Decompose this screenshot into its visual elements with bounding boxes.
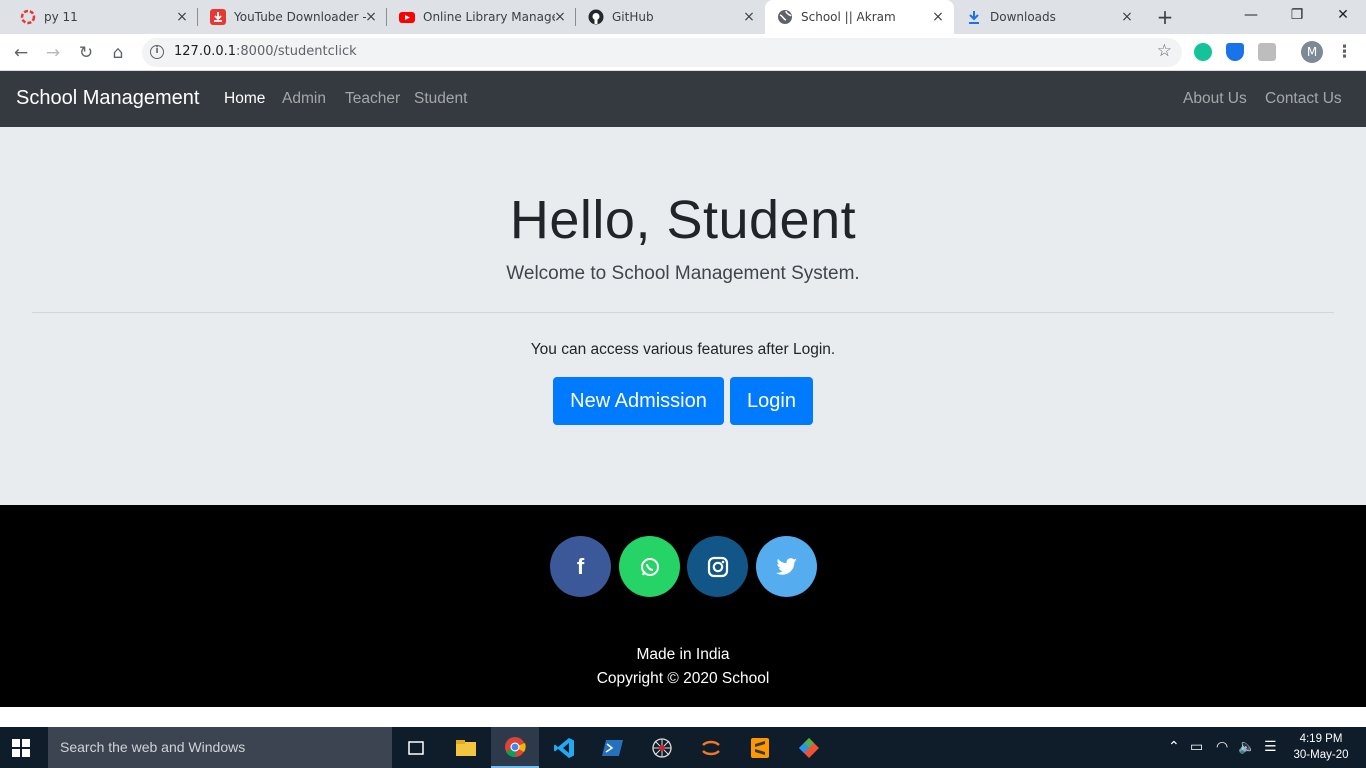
sublime-text-icon[interactable] — [736, 727, 784, 768]
close-tab-icon[interactable]: × — [930, 9, 946, 25]
tab-title: Downloads — [990, 10, 1056, 24]
wifi-icon[interactable]: ◠ — [1216, 739, 1228, 755]
back-arrow-icon[interactable]: ← — [8, 40, 34, 66]
extension-icon[interactable] — [1258, 43, 1276, 61]
minimize-button[interactable]: — — [1228, 0, 1274, 30]
vscode-icon[interactable] — [540, 727, 588, 768]
taskbar-search-input[interactable]: Search the web and Windows — [48, 727, 392, 768]
youtube-icon — [399, 9, 415, 25]
new-tab-button[interactable]: + — [1152, 4, 1178, 30]
show-hidden-icons-icon[interactable]: ⌃ — [1168, 739, 1180, 755]
tab-youtube-downloader[interactable]: YouTube Downloader - × — [198, 0, 387, 34]
bookmark-star-icon[interactable]: ☆ — [1157, 41, 1172, 61]
footer-copyright: Copyright © 2020 School — [596, 670, 770, 687]
nav-link-teacher[interactable]: Teacher — [345, 90, 400, 108]
hero-section: Hello, Student Welcome to School Managem… — [0, 127, 1366, 505]
tab-downloads[interactable]: Downloads × — [954, 0, 1143, 34]
ring-icon — [20, 9, 36, 25]
forward-arrow-icon[interactable]: → — [40, 40, 66, 66]
volume-icon[interactable]: 🔈 — [1238, 739, 1255, 755]
hero-subtitle: Welcome to School Management System. — [506, 263, 860, 284]
url-path: :8000/studentclick — [236, 44, 357, 59]
close-window-button[interactable]: ✕ — [1320, 0, 1366, 30]
reload-icon[interactable]: ↻ — [73, 40, 99, 66]
profile-avatar[interactable]: M — [1301, 41, 1323, 63]
close-tab-icon[interactable]: × — [552, 9, 568, 25]
battery-icon[interactable]: ▭ — [1190, 739, 1203, 755]
url-host: 127.0.0.1 — [174, 44, 237, 59]
tab-school-akram[interactable]: School || Akram × — [765, 0, 954, 34]
tab-title: School || Akram — [801, 10, 896, 24]
tab-title: GitHub — [612, 10, 654, 24]
whatsapp-icon[interactable] — [619, 536, 680, 597]
grammarly-extension-icon[interactable] — [1194, 43, 1212, 61]
hero-text: You can access various features after Lo… — [530, 341, 836, 358]
site-info-icon[interactable]: i — [150, 45, 164, 59]
taskbar-clock[interactable]: 4:19 PM 30-May-20 — [1288, 731, 1354, 763]
home-icon[interactable]: ⌂ — [105, 40, 131, 66]
url-text[interactable]: 127.0.0.1:8000/studentclick — [174, 44, 357, 59]
download-icon — [966, 9, 982, 25]
windows-start-icon[interactable] — [12, 739, 30, 757]
globe-icon — [777, 9, 793, 25]
nav-link-student[interactable]: Student — [414, 90, 467, 108]
site-brand[interactable]: School Management — [16, 87, 199, 110]
browser-tab-strip: py 11 × YouTube Downloader - × Online Li… — [0, 0, 1366, 34]
login-button[interactable]: Login — [730, 377, 813, 425]
close-tab-icon[interactable]: × — [174, 9, 190, 25]
facebook-icon[interactable]: f — [550, 536, 611, 597]
instagram-icon[interactable] — [687, 536, 748, 597]
divider — [32, 312, 1334, 313]
close-tab-icon[interactable]: × — [741, 9, 757, 25]
tab-title: Online Library Manage — [423, 10, 555, 24]
close-tab-icon[interactable]: × — [1119, 9, 1135, 25]
windows-taskbar: Search the web and Windows ⌃ ▭ ◠ 🔈 ☰ 4:1… — [0, 727, 1366, 768]
footer-made-in: Made in India — [636, 646, 730, 663]
maximize-button[interactable]: ❐ — [1274, 0, 1320, 30]
action-center-icon[interactable]: ☰ — [1264, 739, 1277, 755]
tab-py11[interactable]: py 11 × — [8, 0, 198, 34]
tab-title: YouTube Downloader - — [234, 10, 366, 24]
github-icon — [588, 9, 604, 25]
clock-time: 4:19 PM — [1299, 733, 1343, 745]
browser-menu-icon[interactable]: ⋮ — [1336, 40, 1353, 64]
tab-online-library[interactable]: Online Library Manage × — [387, 0, 576, 34]
file-explorer-icon[interactable] — [442, 727, 490, 768]
nav-link-contact-us[interactable]: Contact Us — [1265, 90, 1342, 108]
hero-title: Hello, Student — [509, 190, 857, 250]
address-bar[interactable]: i 127.0.0.1:8000/studentclick ☆ — [142, 38, 1182, 67]
nav-link-about-us[interactable]: About Us — [1183, 90, 1247, 108]
browser-toolbar: ← → ↻ ⌂ i 127.0.0.1:8000/studentclick ☆ … — [0, 34, 1366, 71]
jupyter-icon[interactable] — [687, 727, 735, 768]
spider-app-icon[interactable] — [638, 727, 686, 768]
clock-date: 30-May-20 — [1293, 749, 1349, 761]
new-admission-button[interactable]: New Admission — [553, 377, 724, 425]
twitter-icon[interactable] — [756, 536, 817, 597]
tab-title: py 11 — [44, 10, 78, 24]
site-navbar: School Management Home Admin Teacher Stu… — [0, 71, 1366, 127]
tab-github[interactable]: GitHub × — [576, 0, 765, 34]
site-footer: f Made in India Copyright © 2020 School — [0, 505, 1366, 707]
download-app-icon — [210, 9, 226, 25]
powershell-icon[interactable] — [589, 727, 637, 768]
facebook-glyph: f — [576, 553, 585, 579]
close-tab-icon[interactable]: × — [363, 9, 379, 25]
nav-link-home[interactable]: Home — [224, 90, 265, 108]
chrome-icon[interactable] — [491, 727, 539, 768]
task-view-icon[interactable] — [392, 727, 440, 768]
git-app-icon[interactable] — [785, 727, 833, 768]
nav-link-admin[interactable]: Admin — [282, 90, 326, 108]
shield-extension-icon[interactable] — [1226, 43, 1244, 61]
